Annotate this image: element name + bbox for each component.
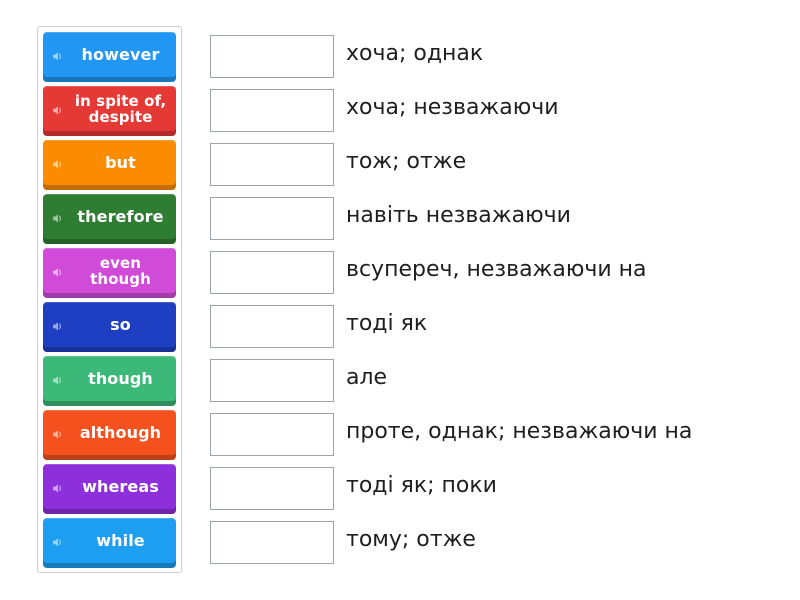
tile-label: however xyxy=(81,45,160,64)
speaker-icon[interactable] xyxy=(52,50,64,62)
tile-label: whereas xyxy=(82,477,159,496)
tile-label: in spite of, despite xyxy=(74,91,167,126)
speaker-icon[interactable] xyxy=(52,482,64,494)
definition-text: тоді як; поки xyxy=(346,473,497,498)
tile-whereas[interactable]: whereas xyxy=(43,464,176,514)
tile-label: even though xyxy=(90,253,151,288)
tile-while[interactable]: while xyxy=(43,518,176,568)
definition-text: навіть незважаючи xyxy=(346,203,571,228)
tile-label: although xyxy=(79,423,162,442)
definition-text: але xyxy=(346,365,388,390)
speaker-icon[interactable] xyxy=(52,320,64,332)
tile-label: but xyxy=(105,153,136,172)
definition-text: проте, однак; незважаючи на xyxy=(346,419,693,444)
drop-slot[interactable] xyxy=(210,413,334,456)
drop-slot[interactable] xyxy=(210,305,334,348)
speaker-icon[interactable] xyxy=(52,374,64,386)
drop-slot[interactable] xyxy=(210,89,334,132)
speaker-icon[interactable] xyxy=(52,266,64,278)
speaker-icon[interactable] xyxy=(52,428,64,440)
tile-but[interactable]: but xyxy=(43,140,176,190)
definition-text: хоча; незважаючи xyxy=(346,95,559,120)
definition-text: хоча; однак xyxy=(346,41,484,66)
tile-therefore[interactable]: therefore xyxy=(43,194,176,244)
tile-label: so xyxy=(110,315,131,334)
speaker-icon[interactable] xyxy=(52,536,64,548)
tile-although[interactable]: although xyxy=(43,410,176,460)
definition-text: всупереч, незважаючи на xyxy=(346,257,647,282)
tile-label: while xyxy=(96,531,145,550)
tile-label: therefore xyxy=(77,207,164,226)
definition-text: тож; отже xyxy=(346,149,467,174)
tile-in-spite-of-despite[interactable]: in spite of, despite xyxy=(43,86,176,136)
speaker-icon[interactable] xyxy=(52,104,64,116)
drop-slot[interactable] xyxy=(210,35,334,78)
tile-even-though[interactable]: even though xyxy=(43,248,176,298)
speaker-icon[interactable] xyxy=(52,212,64,224)
drop-slot[interactable] xyxy=(210,251,334,294)
definition-text: тому; отже xyxy=(346,527,476,552)
tile-though[interactable]: though xyxy=(43,356,176,406)
drop-slot[interactable] xyxy=(210,359,334,402)
drop-slot[interactable] xyxy=(210,521,334,564)
drop-slot[interactable] xyxy=(210,197,334,240)
tile-so[interactable]: so xyxy=(43,302,176,352)
definition-text: тоді як xyxy=(346,311,428,336)
speaker-icon[interactable] xyxy=(52,158,64,170)
tile-however[interactable]: however xyxy=(43,32,176,82)
drop-slot[interactable] xyxy=(210,467,334,510)
drop-slot[interactable] xyxy=(210,143,334,186)
tile-label: though xyxy=(88,369,153,388)
